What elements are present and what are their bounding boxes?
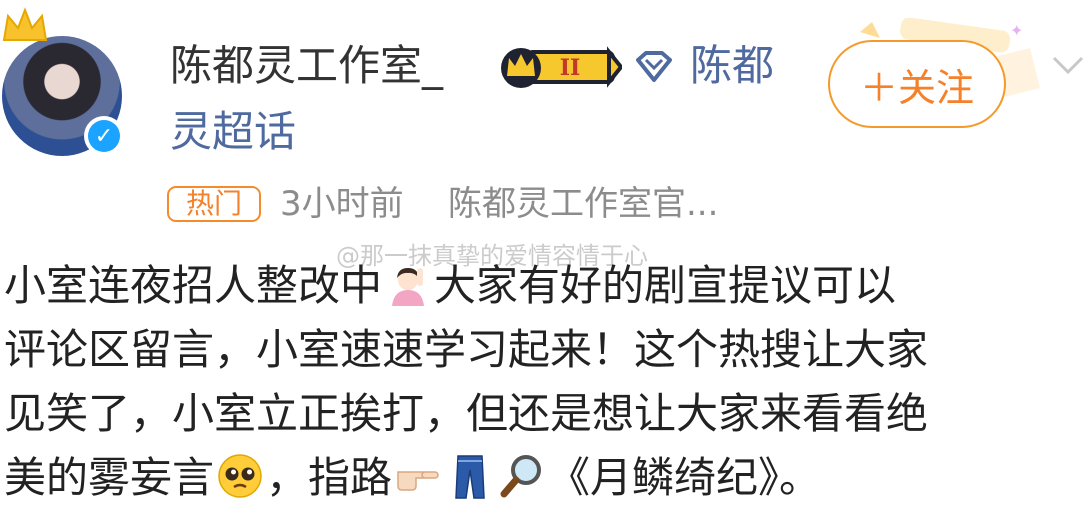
post-text: 小室连夜招人整改中 大家有好的剧宣提议可以 评论区留言，小室速速学习起来！这个热…	[4, 254, 1089, 510]
super-topic-diamond-icon	[636, 51, 672, 82]
svg-text:✦: ✦	[1010, 21, 1023, 40]
post-time: 3小时前	[280, 184, 404, 224]
pleading-face-emoji-icon	[216, 452, 264, 500]
post-text-segment: 《月鳞绮纪》。	[548, 453, 822, 502]
follow-button[interactable]: ＋关注	[828, 40, 1006, 128]
username[interactable]: 陈都灵工作室_	[170, 38, 443, 94]
super-topic-link[interactable]: 陈都	[690, 38, 774, 94]
super-topic-link-continued[interactable]: 灵超话	[170, 104, 296, 160]
post-text-segment: 美的雾妄言	[4, 453, 215, 502]
jeans-emoji-icon	[446, 452, 494, 500]
post-text-line: 评论区留言，小室速速学习起来！这个热搜让大家	[4, 325, 929, 374]
pointing-right-emoji-icon	[394, 452, 442, 500]
post-source[interactable]: 陈都灵工作室官...	[448, 181, 718, 227]
post-text-line: 见笑了，小室立正挨打，但还是想让大家来看看绝	[4, 389, 929, 438]
post-text-segment: 大家有好的剧宣提议可以	[434, 261, 897, 310]
magnifying-glass-emoji-icon	[498, 452, 546, 500]
person-raising-hand-emoji-icon	[384, 260, 432, 308]
post-text-segment: ，指路	[266, 453, 393, 502]
verified-badge-icon: ✓	[84, 116, 124, 156]
post-text-segment: 小室连夜招人整改中	[4, 261, 383, 310]
hot-tag: 热门	[167, 186, 261, 222]
vip-crown-badge-icon: II	[501, 46, 622, 88]
chevron-down-icon[interactable]	[1050, 50, 1086, 80]
svg-text:II: II	[560, 55, 581, 81]
crown-icon	[2, 7, 48, 41]
